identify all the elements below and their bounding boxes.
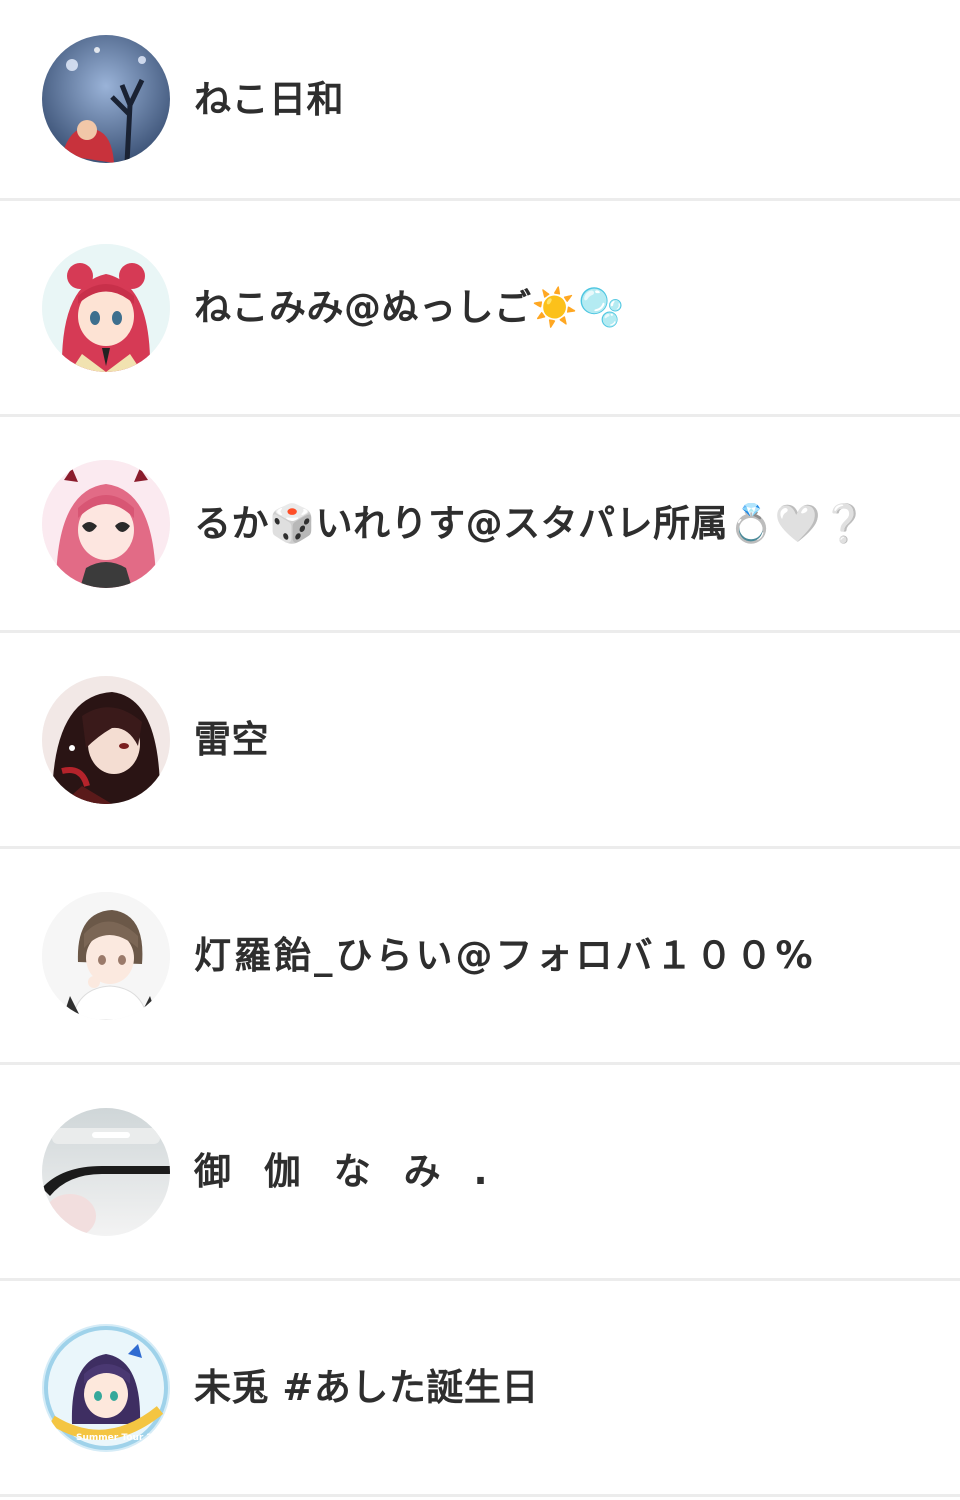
user-row-1[interactable]: ねこ日和 bbox=[0, 0, 960, 201]
user-name: ねこ日和 bbox=[194, 77, 344, 121]
user-row-7[interactable]: Summer Tour 2023 未兎 #あした誕生日 bbox=[0, 1281, 960, 1497]
user-name: 灯羅飴_ひらい@フォロバ１００% bbox=[194, 934, 816, 977]
avatar-brown-hair-boy-icon[interactable] bbox=[42, 891, 170, 1020]
user-name: 雷空 bbox=[194, 718, 269, 761]
user-row-2[interactable]: ねこみみ@ぬっしご☀️🫧 bbox=[0, 201, 960, 417]
avatar-red-hair-girl-icon[interactable] bbox=[42, 243, 170, 372]
avatar-blurred-photo-icon[interactable] bbox=[42, 1107, 170, 1236]
avatar-snowy-tree-icon[interactable] bbox=[42, 35, 170, 163]
user-row-6[interactable]: 御 伽 な み . bbox=[0, 1065, 960, 1281]
avatar-pink-hair-sunglasses-icon[interactable] bbox=[42, 459, 170, 588]
svg-text:Summer Tour 2023: Summer Tour 2023 bbox=[76, 1433, 170, 1443]
user-row-5[interactable]: 灯羅飴_ひらい@フォロバ１００% bbox=[0, 849, 960, 1065]
avatar-dark-hair-boy-icon[interactable] bbox=[42, 675, 170, 804]
user-name: るか🎲いれりす@スタパレ所属💍🤍❔ bbox=[194, 502, 868, 545]
user-name: ねこみみ@ぬっしご☀️🫧 bbox=[194, 286, 625, 329]
user-name: 御 伽 な み . bbox=[194, 1150, 498, 1193]
avatar-summer-tour-badge-icon[interactable]: Summer Tour 2023 bbox=[42, 1323, 170, 1452]
user-row-4[interactable]: 雷空 bbox=[0, 633, 960, 849]
user-row-3[interactable]: るか🎲いれりす@スタパレ所属💍🤍❔ bbox=[0, 417, 960, 633]
user-list: ねこ日和 ねこみみ@ぬっしご☀️🫧 るか🎲いれりす@スタパレ所属💍🤍❔ 雷空 灯… bbox=[0, 0, 960, 1497]
user-name: 未兎 #あした誕生日 bbox=[194, 1366, 539, 1409]
